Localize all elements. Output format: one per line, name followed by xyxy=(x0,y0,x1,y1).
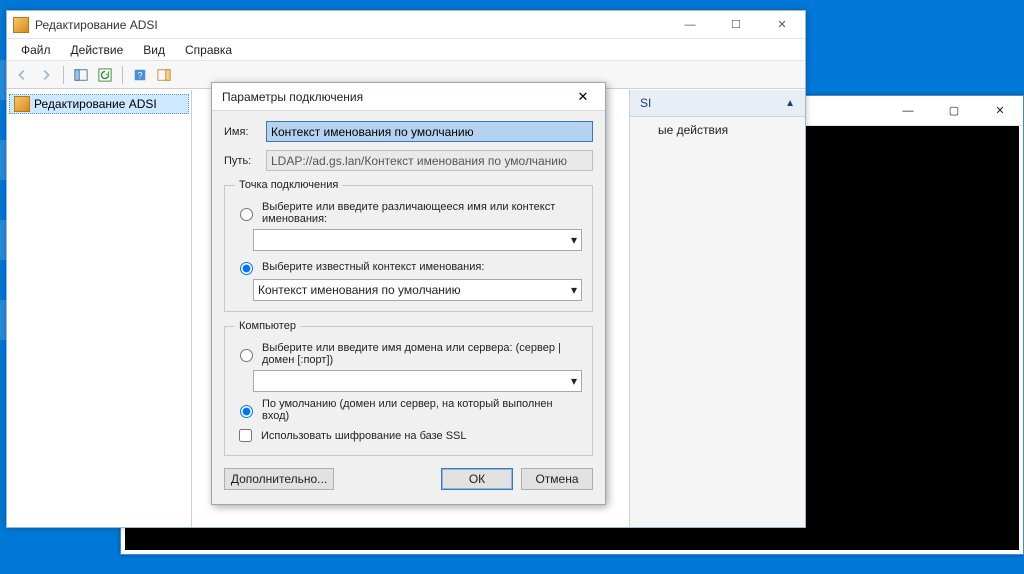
radio-known-context[interactable] xyxy=(240,262,253,275)
computer-group: Компьютер Выберите или введите имя домен… xyxy=(224,320,593,456)
radio-default-computer[interactable] xyxy=(240,405,253,418)
cancel-button[interactable]: Отмена xyxy=(521,468,593,490)
name-label: Имя: xyxy=(224,126,266,138)
radio-domain-server[interactable] xyxy=(240,349,253,362)
connection-settings-dialog: Параметры подключения ✕ Имя: Путь: Точка… xyxy=(211,82,606,505)
chevron-down-icon: ▾ xyxy=(571,283,577,297)
more-actions-link[interactable]: ые действия xyxy=(630,117,805,143)
known-context-value: Контекст именования по умолчанию xyxy=(258,283,461,297)
main-titlebar: Редактирование ADSI — ☐ ✕ xyxy=(7,11,805,39)
connection-point-legend: Точка подключения xyxy=(235,179,342,191)
folder-icon xyxy=(14,96,30,112)
close-button[interactable]: ✕ xyxy=(759,11,805,38)
path-input xyxy=(266,150,593,171)
tree-root-label: Редактирование ADSI xyxy=(34,97,157,111)
radio-known-context-label: Выберите известный контекст именования: xyxy=(262,261,484,273)
radio-distinguished-name-label: Выберите или введите различающееся имя и… xyxy=(262,201,582,225)
dialog-title: Параметры подключения xyxy=(222,90,363,104)
ok-button[interactable]: ОК xyxy=(441,468,513,490)
bgwin-maximize-button[interactable]: ▢ xyxy=(931,96,977,125)
show-hide-console-tree-button[interactable] xyxy=(70,64,92,86)
name-input[interactable] xyxy=(266,121,593,142)
actions-pane: SI ▲ ые действия xyxy=(630,90,805,527)
menu-bar: Файл Действие Вид Справка xyxy=(7,39,805,61)
help-button[interactable]: ? xyxy=(129,64,151,86)
radio-default-computer-label: По умолчанию (домен или сервер, на котор… xyxy=(262,398,582,422)
svg-text:?: ? xyxy=(138,70,143,80)
computer-legend: Компьютер xyxy=(235,320,300,332)
connection-point-group: Точка подключения Выберите или введите р… xyxy=(224,179,593,312)
show-hide-action-pane-button[interactable] xyxy=(153,64,175,86)
menu-help[interactable]: Справка xyxy=(175,41,242,59)
chevron-down-icon: ▾ xyxy=(571,233,577,247)
menu-view[interactable]: Вид xyxy=(133,41,175,59)
actions-header[interactable]: SI ▲ xyxy=(630,90,805,117)
domain-server-combo[interactable]: ▾ xyxy=(253,370,582,392)
ssl-label: Использовать шифрование на базе SSL xyxy=(261,430,467,442)
bgwin-minimize-button[interactable]: — xyxy=(885,96,931,125)
forward-button[interactable] xyxy=(35,64,57,86)
menu-file[interactable]: Файл xyxy=(11,41,61,59)
collapse-icon: ▲ xyxy=(785,98,795,109)
bgwin-close-button[interactable]: ✕ xyxy=(977,96,1023,125)
window-title: Редактирование ADSI xyxy=(35,18,158,32)
minimize-button[interactable]: — xyxy=(667,11,713,38)
radio-domain-server-label: Выберите или введите имя домена или серв… xyxy=(262,342,582,366)
ssl-checkbox[interactable] xyxy=(239,429,252,442)
refresh-button[interactable] xyxy=(94,64,116,86)
maximize-button[interactable]: ☐ xyxy=(713,11,759,38)
menu-action[interactable]: Действие xyxy=(61,41,134,59)
actions-header-text: SI xyxy=(640,96,651,110)
distinguished-name-combo[interactable]: ▾ xyxy=(253,229,582,251)
known-context-combo[interactable]: Контекст именования по умолчанию ▾ xyxy=(253,279,582,301)
toolbar-separator xyxy=(63,66,64,84)
radio-distinguished-name[interactable] xyxy=(240,208,253,221)
path-label: Путь: xyxy=(224,155,266,167)
toolbar-separator xyxy=(122,66,123,84)
advanced-button[interactable]: Дополнительно... xyxy=(224,468,334,490)
chevron-down-icon: ▾ xyxy=(571,374,577,388)
console-tree[interactable]: Редактирование ADSI xyxy=(7,90,192,527)
dialog-titlebar: Параметры подключения ✕ xyxy=(212,83,605,111)
back-button[interactable] xyxy=(11,64,33,86)
dialog-close-button[interactable]: ✕ xyxy=(563,83,603,110)
tree-root-adsi[interactable]: Редактирование ADSI xyxy=(9,94,189,114)
app-icon xyxy=(13,17,29,33)
